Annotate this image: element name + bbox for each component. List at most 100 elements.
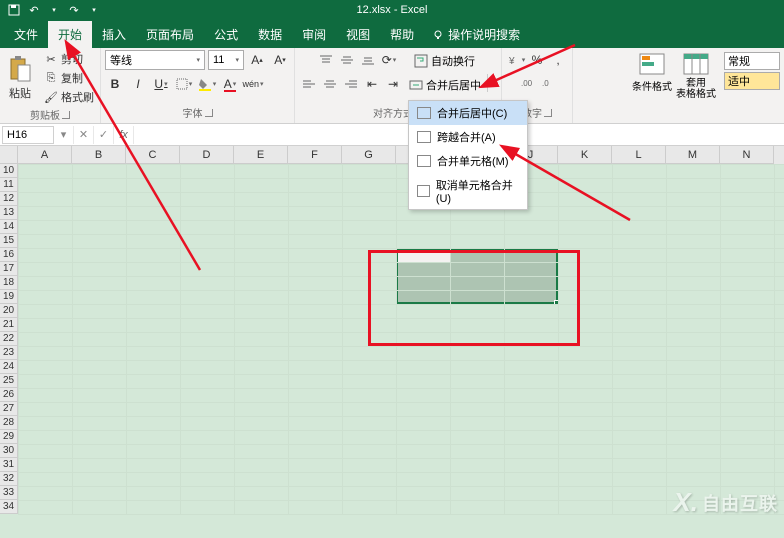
column-header[interactable]: D — [180, 146, 234, 164]
format-painter-button[interactable]: 🖌 格式刷 — [42, 88, 96, 106]
decrease-font-button[interactable]: A▾ — [270, 50, 290, 70]
accounting-format-button[interactable]: ¥▾ — [506, 50, 526, 70]
increase-font-button[interactable]: A▴ — [247, 50, 267, 70]
tab-insert[interactable]: 插入 — [92, 21, 136, 48]
merge-center-item[interactable]: 合并后居中(C) — [409, 101, 527, 125]
save-button[interactable] — [6, 2, 22, 18]
border-button[interactable]: ▾ — [174, 74, 194, 94]
row-header[interactable]: 20 — [0, 304, 18, 318]
align-top-button[interactable] — [316, 50, 336, 70]
insert-function-button[interactable]: fx — [114, 126, 134, 144]
orientation-button[interactable]: ⟳▾ — [379, 50, 399, 70]
cell-style-select[interactable]: 适中 — [724, 72, 780, 90]
row-header[interactable]: 10 — [0, 164, 18, 178]
select-all-corner[interactable] — [0, 146, 18, 164]
align-left-button[interactable] — [299, 74, 319, 94]
column-header[interactable]: F — [288, 146, 342, 164]
align-middle-button[interactable] — [337, 50, 357, 70]
phonetic-button[interactable]: wén▾ — [243, 74, 263, 94]
cut-button[interactable]: ✂ 剪切 — [42, 50, 96, 68]
comma-button[interactable]: , — [548, 50, 568, 70]
row-header[interactable]: 28 — [0, 416, 18, 430]
merge-across-item[interactable]: 跨越合并(A) — [409, 125, 527, 149]
clipboard-launcher[interactable] — [62, 111, 70, 119]
column-header[interactable]: K — [558, 146, 612, 164]
unmerge-item[interactable]: 取消单元格合并(U) — [409, 173, 527, 209]
number-launcher[interactable] — [544, 109, 552, 117]
tell-me-search[interactable]: 操作说明搜索 — [424, 21, 528, 48]
column-header[interactable]: G — [342, 146, 396, 164]
font-name-select[interactable]: 等线▾ — [105, 50, 205, 70]
font-size-select[interactable]: 11▾ — [208, 50, 244, 70]
wrap-text-button[interactable]: 自动换行 — [409, 50, 480, 72]
table-format-button[interactable]: 套用 表格格式 — [676, 52, 716, 119]
row-header[interactable]: 24 — [0, 360, 18, 374]
italic-button[interactable]: I — [128, 74, 148, 94]
row-header[interactable]: 16 — [0, 248, 18, 262]
increase-decimal-button[interactable]: .00 — [517, 73, 537, 93]
underline-button[interactable]: U▾ — [151, 74, 171, 94]
merge-center-button[interactable]: 合并后居中 — [404, 74, 486, 96]
decrease-decimal-button[interactable]: .0 — [538, 73, 558, 93]
row-header[interactable]: 31 — [0, 458, 18, 472]
row-header[interactable]: 18 — [0, 276, 18, 290]
row-header[interactable]: 30 — [0, 444, 18, 458]
redo-button[interactable]: ↷ — [66, 2, 82, 18]
tab-data[interactable]: 数据 — [248, 21, 292, 48]
row-header[interactable]: 29 — [0, 430, 18, 444]
row-header[interactable]: 14 — [0, 220, 18, 234]
name-box-dropdown[interactable]: ▾ — [54, 126, 74, 144]
tab-formulas[interactable]: 公式 — [204, 21, 248, 48]
row-header[interactable]: 34 — [0, 500, 18, 514]
tab-review[interactable]: 审阅 — [292, 21, 336, 48]
paste-button[interactable]: 粘贴 — [4, 53, 36, 103]
undo-button[interactable]: ↶ — [26, 2, 42, 18]
tab-layout[interactable]: 页面布局 — [136, 21, 204, 48]
column-header[interactable]: M — [666, 146, 720, 164]
enter-formula-button[interactable]: ✓ — [94, 126, 114, 144]
row-header[interactable]: 25 — [0, 374, 18, 388]
column-header[interactable]: C — [126, 146, 180, 164]
row-header[interactable]: 12 — [0, 192, 18, 206]
column-header[interactable]: B — [72, 146, 126, 164]
number-format-select[interactable]: 常规 — [724, 52, 780, 70]
column-header[interactable]: L — [612, 146, 666, 164]
row-header[interactable]: 26 — [0, 388, 18, 402]
name-box[interactable]: H16 — [2, 126, 54, 144]
tab-file[interactable]: 文件 — [4, 21, 48, 48]
qat-dropdown[interactable]: ▾ — [86, 2, 102, 18]
conditional-format-button[interactable]: 条件格式 — [632, 52, 672, 119]
column-header[interactable]: E — [234, 146, 288, 164]
align-right-button[interactable] — [341, 74, 361, 94]
row-header[interactable]: 17 — [0, 262, 18, 276]
column-header[interactable]: N — [720, 146, 774, 164]
merge-cells-item[interactable]: 合并单元格(M) — [409, 149, 527, 173]
row-header[interactable]: 11 — [0, 178, 18, 192]
row-header[interactable]: 15 — [0, 234, 18, 248]
tab-view[interactable]: 视图 — [336, 21, 380, 48]
font-color-button[interactable]: A▾ — [220, 74, 240, 94]
undo-dropdown[interactable]: ▾ — [46, 2, 62, 18]
row-header[interactable]: 27 — [0, 402, 18, 416]
row-header[interactable]: 13 — [0, 206, 18, 220]
percent-button[interactable]: % — [527, 50, 547, 70]
tab-home[interactable]: 开始 — [48, 21, 92, 48]
cancel-formula-button[interactable]: ✕ — [74, 126, 94, 144]
align-center-button[interactable] — [320, 74, 340, 94]
row-header[interactable]: 19 — [0, 290, 18, 304]
row-header[interactable]: 32 — [0, 472, 18, 486]
row-header[interactable]: 21 — [0, 318, 18, 332]
bold-button[interactable]: B — [105, 74, 125, 94]
column-header[interactable]: A — [18, 146, 72, 164]
increase-indent-button[interactable]: ⇥ — [383, 74, 403, 94]
merge-dropdown-button[interactable]: ▾ — [487, 74, 497, 92]
font-launcher[interactable] — [205, 109, 213, 117]
row-header[interactable]: 33 — [0, 486, 18, 500]
fill-color-button[interactable]: ▾ — [197, 74, 217, 94]
row-header[interactable]: 23 — [0, 346, 18, 360]
align-bottom-button[interactable] — [358, 50, 378, 70]
tab-help[interactable]: 帮助 — [380, 21, 424, 48]
decrease-indent-button[interactable]: ⇤ — [362, 74, 382, 94]
copy-button[interactable]: ⎘ 复制 — [42, 69, 96, 87]
row-header[interactable]: 22 — [0, 332, 18, 346]
